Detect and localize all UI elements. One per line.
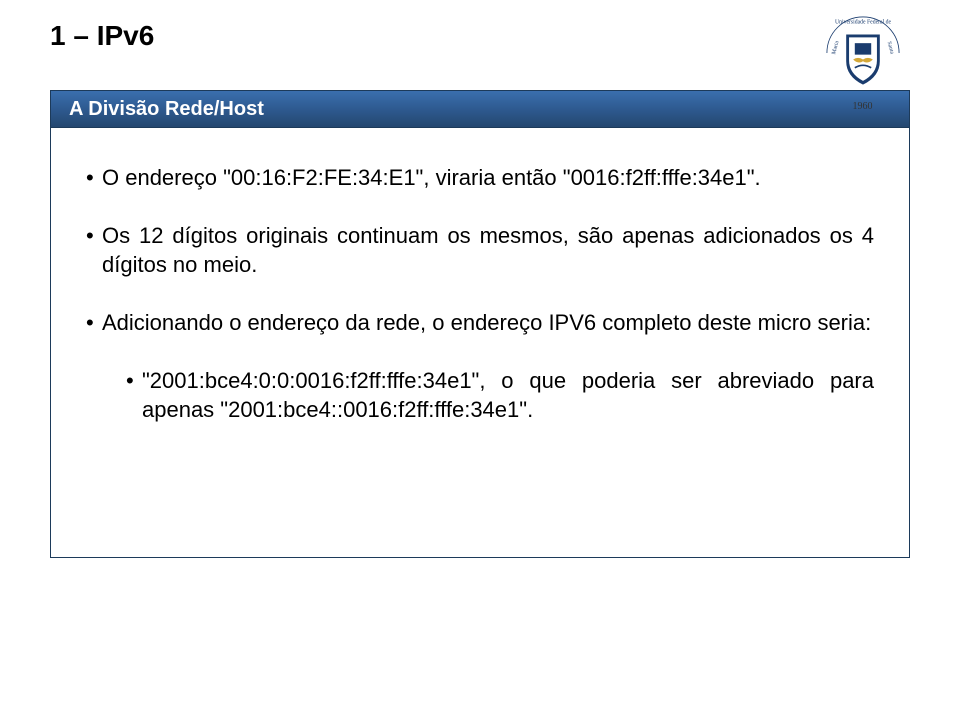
page-title: 1 – IPv6 (50, 20, 910, 52)
bullet-sub-item: "2001:bce4:0:0:0016:f2ff:fffe:34e1", o q… (126, 366, 874, 425)
bullet-item: Adicionando o endereço da rede, o endere… (86, 308, 874, 338)
section-heading-bar: A Divisão Rede/Host (50, 90, 910, 128)
svg-text:Maria: Maria (831, 40, 840, 55)
svg-text:Universidade Federal de: Universidade Federal de (834, 19, 891, 25)
bullet-item: O endereço "00:16:F2:FE:34:E1", viraria … (86, 163, 874, 193)
slide-container: 1 – IPv6 Universidade Federal de Santa M… (0, 0, 960, 718)
bullet-item: Os 12 dígitos originais continuam os mes… (86, 221, 874, 280)
content-box: O endereço "00:16:F2:FE:34:E1", viraria … (50, 128, 910, 558)
svg-text:Santa: Santa (885, 41, 894, 55)
logo-year: 1960 (815, 101, 910, 112)
university-logo: Universidade Federal de Santa Maria 1960 (815, 12, 910, 107)
section-heading-text: A Divisão Rede/Host (69, 98, 264, 121)
shield-logo-icon: Universidade Federal de Santa Maria (822, 12, 904, 94)
